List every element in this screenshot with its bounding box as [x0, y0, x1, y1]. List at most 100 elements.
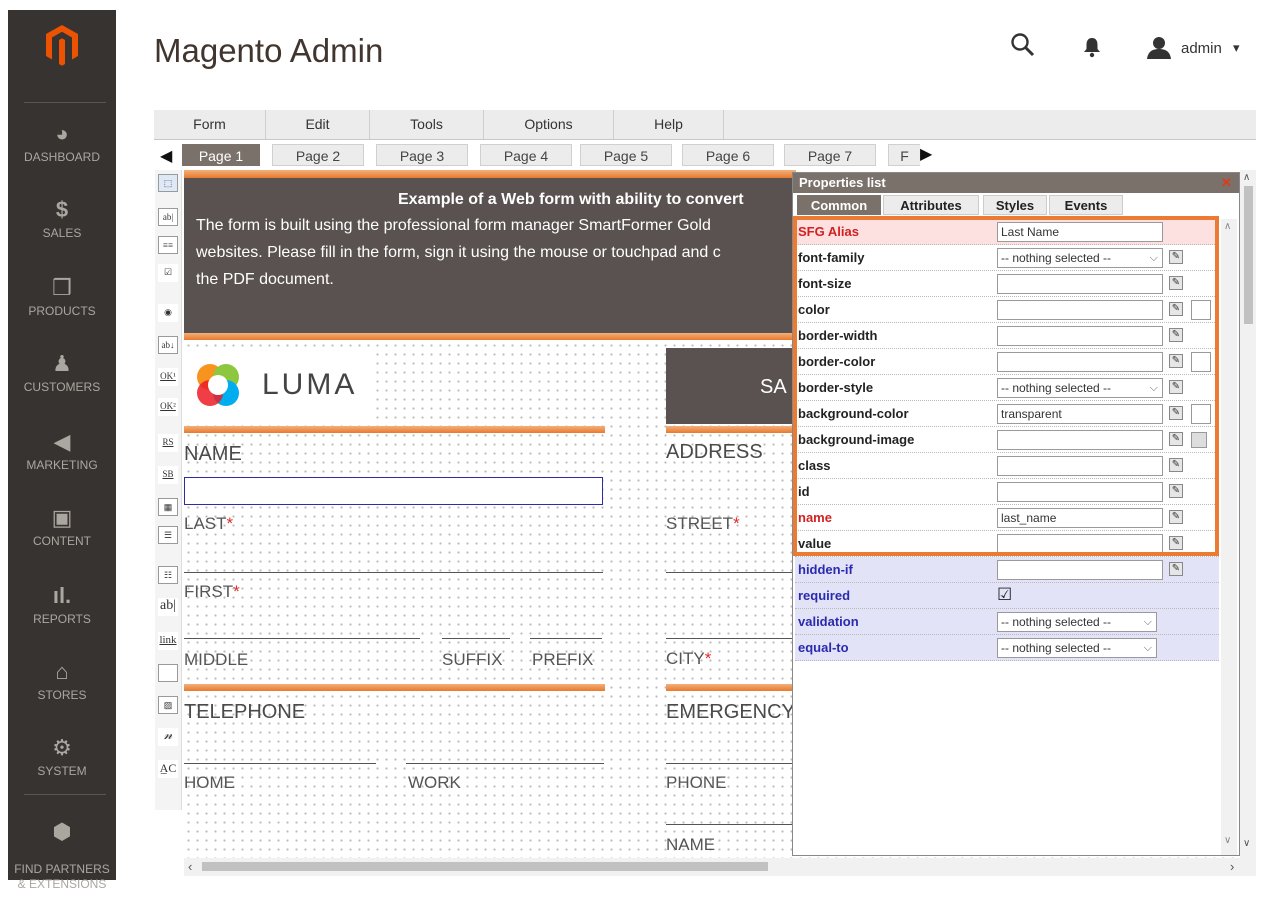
signature-tool-icon[interactable]: 𝓃 [158, 728, 178, 746]
value-picker-icon[interactable]: ✎ [1169, 536, 1183, 550]
combo-tool-icon[interactable]: ab↓ [158, 336, 178, 354]
horizontal-scroll-thumb[interactable] [202, 862, 768, 871]
color-swatch[interactable] [1191, 300, 1211, 320]
sidebar-item-system[interactable]: ⚙ SYSTEM [8, 736, 116, 779]
vertical-scroll-thumb[interactable] [1244, 186, 1253, 324]
background-color-input[interactable]: transparent [997, 404, 1163, 424]
id-picker-icon[interactable]: ✎ [1169, 484, 1183, 498]
radio-tool-icon[interactable]: ◉ [158, 304, 178, 322]
work-line [406, 763, 604, 764]
search-icon[interactable] [1010, 32, 1038, 60]
background-image-input[interactable] [997, 430, 1163, 450]
font-size-picker-icon[interactable]: ✎ [1169, 276, 1183, 290]
scroll-down-icon[interactable]: ∨ [1243, 838, 1250, 849]
tab-events[interactable]: Events [1049, 195, 1123, 215]
equal-to-select[interactable]: -- nothing selected -- [997, 638, 1157, 658]
tab-common[interactable]: Common [797, 195, 881, 215]
textbox-tool-icon[interactable]: ab| [158, 208, 178, 226]
scroll-left-icon[interactable]: ‹ [188, 859, 192, 874]
tab-page-5[interactable]: Page 5 [580, 144, 672, 166]
canvas-horizontal-scrollbar[interactable]: ‹ › [184, 858, 1256, 876]
frame-tool-icon[interactable] [158, 664, 178, 682]
menu-tools[interactable]: Tools [370, 110, 484, 139]
properties-scrollbar[interactable]: ∧ ∨ [1221, 219, 1237, 855]
hidden-if-picker-icon[interactable]: ✎ [1169, 562, 1183, 576]
class-input[interactable] [997, 456, 1163, 476]
tab-page-more[interactable]: F [888, 144, 920, 166]
name-picker-icon[interactable]: ✎ [1169, 510, 1183, 524]
menu-options[interactable]: Options [484, 110, 614, 139]
font-size-input[interactable] [997, 274, 1163, 294]
tab-page-3[interactable]: Page 3 [376, 144, 468, 166]
grid-tool-icon[interactable]: ▦ [158, 498, 178, 516]
menu-form[interactable]: Form [154, 110, 266, 139]
list-tool-icon[interactable]: ☰ [158, 526, 178, 544]
ok-button-tool-icon[interactable]: OK¹ [158, 368, 178, 386]
color-picker-icon[interactable]: ✎ [1169, 302, 1183, 316]
menu-help[interactable]: Help [614, 110, 724, 139]
hidden-if-input[interactable] [997, 560, 1163, 580]
ok2-button-tool-icon[interactable]: OK² [158, 398, 178, 416]
textarea-tool-icon[interactable]: ≡≡ [158, 236, 178, 254]
background-color-swatch[interactable] [1191, 404, 1211, 424]
sidebar-item-find-partners[interactable]: ⬢ FIND PARTNERS & EXTENSIONS [8, 806, 116, 906]
tab-attributes[interactable]: Attributes [883, 195, 979, 215]
border-style-picker-icon[interactable]: ✎ [1169, 380, 1183, 394]
id-input[interactable] [997, 482, 1163, 502]
image-tool-icon[interactable]: ▨ [158, 696, 178, 714]
background-color-picker-icon[interactable]: ✎ [1169, 406, 1183, 420]
border-color-input[interactable] [997, 352, 1163, 372]
link-tool-icon[interactable]: link [158, 632, 178, 650]
tab-scroll-right-icon[interactable]: ▶ [920, 144, 932, 164]
tab-styles[interactable]: Styles [983, 195, 1047, 215]
required-checkbox[interactable]: ☑ [997, 585, 1012, 605]
font-family-picker-icon[interactable]: ✎ [1169, 250, 1183, 264]
tab-page-4[interactable]: Page 4 [480, 144, 572, 166]
border-color-swatch[interactable] [1191, 352, 1211, 372]
magento-logo[interactable] [44, 24, 80, 66]
tab-page-2[interactable]: Page 2 [272, 144, 364, 166]
checkbox-tool-icon[interactable]: ☑ [158, 264, 178, 282]
list-multi-tool-icon[interactable]: ☷ [158, 566, 178, 584]
label-tool-icon[interactable]: ab| [158, 598, 178, 616]
sidebar-item-customers[interactable]: ♟ CUSTOMERS [8, 352, 116, 395]
text-tool-icon[interactable]: A̲C [158, 760, 178, 778]
border-color-picker-icon[interactable]: ✎ [1169, 354, 1183, 368]
sidebar-item-reports[interactable]: ıl. REPORTS [8, 584, 116, 627]
submit-button-tool-icon[interactable]: SB [158, 466, 178, 484]
notifications-bell-icon[interactable] [1082, 36, 1104, 60]
background-image-picker-icon[interactable]: ✎ [1169, 432, 1183, 446]
sidebar-item-marketing[interactable]: ◀ MARKETING [8, 430, 116, 473]
class-picker-icon[interactable]: ✎ [1169, 458, 1183, 472]
font-family-select[interactable]: -- nothing selected -- [997, 248, 1163, 268]
tab-page-6[interactable]: Page 6 [682, 144, 774, 166]
props-scroll-down-icon[interactable]: ∨ [1224, 835, 1231, 846]
validation-select[interactable]: -- nothing selected -- [997, 612, 1157, 632]
reset-button-tool-icon[interactable]: RS [158, 434, 178, 452]
sidebar-item-sales[interactable]: $ SALES [8, 198, 116, 241]
props-scroll-up-icon[interactable]: ∧ [1224, 221, 1231, 232]
scroll-up-icon[interactable]: ∧ [1243, 172, 1250, 183]
border-width-picker-icon[interactable]: ✎ [1169, 328, 1183, 342]
border-style-select[interactable]: -- nothing selected -- [997, 378, 1163, 398]
last-name-input[interactable] [184, 477, 603, 505]
border-width-input[interactable] [997, 326, 1163, 346]
color-input[interactable] [997, 300, 1163, 320]
sidebar-item-products[interactable]: ❒ PRODUCTS [8, 276, 116, 319]
select-tool-icon[interactable]: ⬚ [158, 174, 178, 192]
close-icon[interactable]: ✕ [1221, 175, 1232, 191]
user-menu[interactable]: admin ▾ [1146, 36, 1256, 62]
sidebar-item-stores[interactable]: ⌂ STORES [8, 660, 116, 703]
name-input[interactable]: last_name [997, 508, 1163, 528]
tab-page-7[interactable]: Page 7 [784, 144, 876, 166]
value-input[interactable] [997, 534, 1163, 554]
menu-edit[interactable]: Edit [266, 110, 370, 139]
image-browse-icon[interactable] [1191, 432, 1207, 448]
tab-page-1[interactable]: Page 1 [182, 144, 260, 166]
scroll-right-icon[interactable]: › [1230, 859, 1234, 874]
canvas-vertical-scrollbar[interactable]: ∧ ∨ [1240, 170, 1256, 858]
tab-scroll-left-icon[interactable]: ◀ [160, 146, 172, 166]
sfg-alias-input[interactable]: Last Name [997, 222, 1163, 242]
sidebar-item-content[interactable]: ▣ CONTENT [8, 506, 116, 549]
sidebar-item-dashboard[interactable]: ◕ DASHBOARD [8, 122, 116, 165]
